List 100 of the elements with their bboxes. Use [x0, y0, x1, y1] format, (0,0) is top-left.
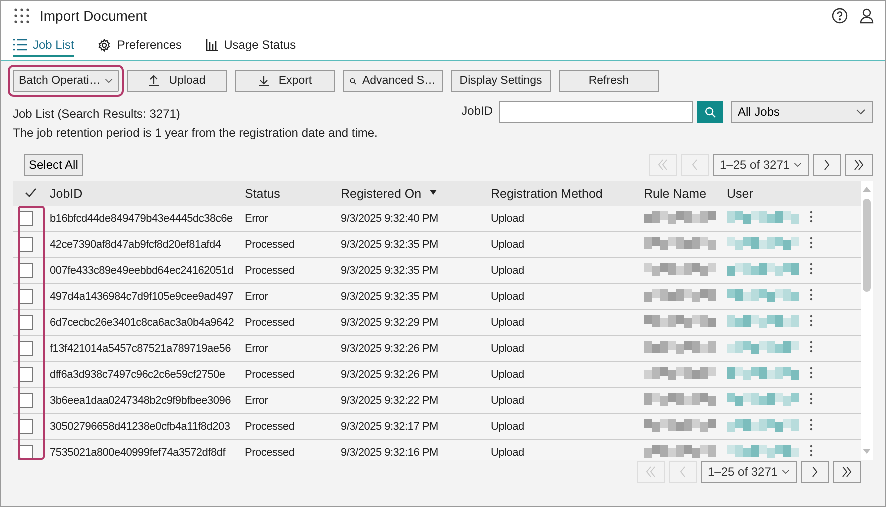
caret-icon	[794, 162, 802, 168]
table-cell: Error	[245, 394, 268, 406]
table-cell: Processed	[245, 264, 295, 276]
tab[interactable]: Job List	[13, 31, 74, 57]
tab[interactable]: Preferences	[98, 31, 182, 57]
caret-icon	[104, 78, 113, 84]
table-cell: 6d7cecbc26e3401c8ca6ac3a0b4a9642	[50, 316, 234, 328]
window-title: Import Document	[40, 8, 148, 24]
table-cell: Error	[245, 212, 268, 224]
table-cell: Upload	[491, 264, 524, 276]
table-cell: Upload	[491, 290, 524, 302]
redacted-text	[644, 288, 716, 302]
table-cell: Processed	[245, 238, 295, 250]
advanced-search-button[interactable]: Advanced S…	[343, 70, 443, 92]
more-options-icon[interactable]	[810, 341, 813, 353]
redacted-text	[727, 236, 799, 250]
more-options-icon[interactable]	[810, 315, 813, 327]
double-left-arrow-icon	[656, 159, 670, 171]
table-cell: 7535021a800e40999fef74a3572df8df	[50, 446, 226, 458]
redacted-text	[644, 366, 716, 380]
redacted-text	[644, 444, 716, 458]
caret-icon	[856, 109, 866, 115]
more-options-icon[interactable]	[810, 393, 813, 405]
double-right-arrow-icon	[852, 159, 866, 171]
double-right-arrow-icon	[840, 466, 854, 478]
scroll-thumb[interactable]	[863, 199, 871, 292]
help-icon[interactable]	[832, 8, 848, 24]
more-options-icon[interactable]	[810, 367, 813, 379]
sort-descending-icon[interactable]	[430, 190, 437, 194]
last-page-button[interactable]	[845, 154, 873, 176]
more-options-icon[interactable]	[810, 419, 813, 431]
redacted-text	[727, 444, 799, 458]
toolbar-button[interactable]: Refresh	[559, 70, 659, 92]
upload-button[interactable]: Upload	[127, 70, 227, 92]
column-header[interactable]: JobID	[50, 186, 83, 200]
redacted-text	[644, 236, 716, 250]
scrollbar[interactable]	[861, 181, 873, 460]
download-icon	[258, 75, 270, 87]
table-cell: Upload	[491, 212, 524, 224]
search-icon	[704, 106, 716, 118]
redacted-text	[727, 314, 799, 328]
table-cell: f13f421014a5457c87521a789719ae56	[50, 342, 232, 354]
page-range-select[interactable]: 1–25 of 3271	[713, 154, 809, 176]
column-header[interactable]: User	[727, 186, 754, 200]
apps-icon[interactable]	[14, 8, 30, 24]
upload-icon	[148, 75, 160, 87]
table-cell: Processed	[245, 316, 295, 328]
search-results-summary: Job List (Search Results: 3271)	[13, 107, 182, 121]
redacted-text	[727, 288, 799, 302]
table-cell: 3b6eea1daa0247348b2c9f9bfbee3096	[50, 394, 232, 406]
list-icon	[13, 39, 27, 51]
table-cell: Upload	[491, 394, 524, 406]
table-cell: Error	[245, 290, 268, 302]
table-cell: 007fe433c89e49eebbd64ec24162051d	[50, 264, 234, 276]
job-filter-select[interactable]: All Jobs	[731, 101, 873, 123]
export-button[interactable]: Export	[235, 70, 335, 92]
more-options-icon[interactable]	[810, 263, 813, 275]
redacted-text	[644, 210, 716, 224]
check-all-icon[interactable]	[25, 188, 37, 198]
toolbar-button[interactable]: Display Settings	[451, 70, 551, 92]
redacted-text	[727, 418, 799, 432]
redacted-text	[644, 262, 716, 276]
table-cell: 9/3/2025 9:32:35 PM	[341, 290, 438, 302]
table-cell: 497d4a1436984c7d9f105e9cee9ad497	[50, 290, 234, 302]
table-cell: Upload	[491, 316, 524, 328]
more-options-icon[interactable]	[810, 445, 813, 457]
table-cell: 9/3/2025 9:32:35 PM	[341, 264, 438, 276]
table-cell: dff6a3d938c7497c96c2c6e59cf2750e	[50, 368, 226, 380]
table-cell: Processed	[245, 420, 295, 432]
jobid-search-field[interactable]	[499, 101, 693, 123]
more-options-icon[interactable]	[810, 211, 813, 223]
settings-icon	[98, 38, 112, 52]
table-cell: 9/3/2025 9:32:40 PM	[341, 212, 438, 224]
search-button[interactable]	[697, 101, 723, 123]
last-page-button[interactable]	[833, 461, 861, 483]
table-cell: 9/3/2025 9:32:16 PM	[341, 446, 438, 458]
redacted-text	[727, 262, 799, 276]
table-cell: 9/3/2025 9:32:26 PM	[341, 368, 438, 380]
jobid-label: JobID	[462, 103, 493, 118]
redacted-text	[644, 392, 716, 406]
more-options-icon[interactable]	[810, 289, 813, 301]
table-cell: Error	[245, 342, 268, 354]
table-cell: 42ce7390af8d47ab9fcf8d20ef81afd4	[50, 238, 222, 250]
redacted-text	[727, 392, 799, 406]
retention-notice: The job retention period is 1 year from the registration date and time.	[13, 126, 378, 140]
redacted-text	[727, 210, 799, 224]
redacted-text	[644, 314, 716, 328]
more-options-icon[interactable]	[810, 237, 813, 249]
table-cell: Upload	[491, 420, 524, 432]
table-cell: b16bfcd44de849479b43e4445dc38c6e	[50, 212, 233, 224]
user-icon[interactable]	[860, 8, 874, 24]
table-cell: 9/3/2025 9:32:35 PM	[341, 238, 438, 250]
table-cell: 9/3/2025 9:32:26 PM	[341, 342, 438, 354]
page-range-select[interactable]: 1–25 of 3271	[701, 461, 797, 483]
redacted-text	[727, 340, 799, 354]
table-cell: Upload	[491, 342, 524, 354]
search-icon	[350, 76, 356, 86]
tab[interactable]: Usage Status	[206, 31, 296, 57]
select-all-button[interactable]: Select All	[24, 154, 84, 176]
redacted-text	[644, 340, 716, 354]
